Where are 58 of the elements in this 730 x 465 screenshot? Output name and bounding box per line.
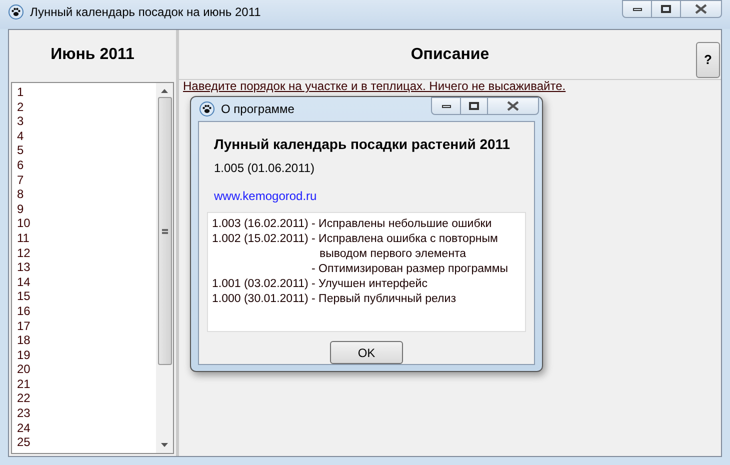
column-header: Описание [410,44,490,64]
day-item[interactable]: 3 [12,114,156,129]
scroll-down-icon[interactable] [161,443,168,447]
changelog-entry: - Первый публичный релиз [312,292,456,307]
day-item[interactable]: 14 [12,274,156,290]
day-item[interactable]: 8 [12,187,156,202]
changelog-entry: - Исправлена ошибка с повторным выводом первого элемента [312,232,499,262]
day-item[interactable]: 6 [12,158,156,173]
changelog-version: 1.001 (03.02.2011) [212,277,310,292]
day-item[interactable]: 20 [12,362,156,377]
paw-icon [199,101,215,117]
day-item[interactable]: 22 [12,391,156,406]
close-icon [507,101,519,111]
day-item[interactable]: 1 [12,85,156,100]
ok-button[interactable]: OK [330,341,403,364]
maximize-button[interactable] [652,0,680,18]
changelog-entry: - Оптимизирован размер программы [312,262,510,277]
close-button[interactable] [487,97,539,115]
description-text: Наведите порядок на участке и в теплицах. Ничего не высаживайте. [182,80,567,93]
day-item[interactable]: 25 [12,435,156,450]
close-icon [695,4,707,14]
minimize-button[interactable] [431,97,461,115]
day-item[interactable]: 12 [12,246,156,260]
paw-icon [8,4,24,20]
day-item[interactable]: 10 [12,216,156,231]
close-button[interactable] [680,0,722,18]
column-header: Июнь 2011 [50,45,136,65]
day-item[interactable]: 16 [12,304,156,318]
day-item[interactable]: 18 [12,333,156,348]
maximize-button[interactable] [461,97,487,115]
day-item[interactable]: 13 [12,260,156,275]
day-item[interactable]: 15 [12,289,156,304]
website-link[interactable]: www.kemogorod.ru [214,187,317,205]
scrollbar[interactable] [156,83,173,453]
dialog-heading: Лунный календарь посадки растений 2011 [214,135,512,154]
scroll-thumb[interactable] [158,97,172,365]
version-text: 1.005 (01.06.2011) [214,160,316,177]
day-item[interactable]: 21 [12,376,156,392]
day-item[interactable]: 23 [12,406,156,421]
day-item[interactable]: 5 [12,143,156,158]
scroll-up-icon[interactable] [161,89,168,93]
day-item[interactable]: 7 [12,172,156,188]
day-item[interactable]: 17 [12,318,156,334]
day-item[interactable]: 19 [12,348,156,362]
day-item[interactable]: 11 [12,230,156,246]
day-item[interactable]: 9 [12,202,156,216]
changelog-version: 1.000 (30.01.2011) [212,292,310,307]
window-title: Лунный календарь посадок на июнь 2011 [30,4,261,21]
minimize-button[interactable] [622,0,652,18]
changelog-version: 1.003 (16.02.2011) [212,217,310,232]
dialog-title: О программе [221,101,294,118]
help-button[interactable]: ? [696,42,720,78]
changelog-entry: - Улучшен интерфейс [312,277,428,292]
changelog-entry: - Исправлены небольшие ошибки [312,217,492,232]
changelog-version: 1.002 (15.02.2011) [212,232,310,247]
day-item[interactable]: 2 [12,100,156,114]
day-item[interactable]: 4 [12,128,156,144]
day-item[interactable]: 24 [12,420,156,436]
